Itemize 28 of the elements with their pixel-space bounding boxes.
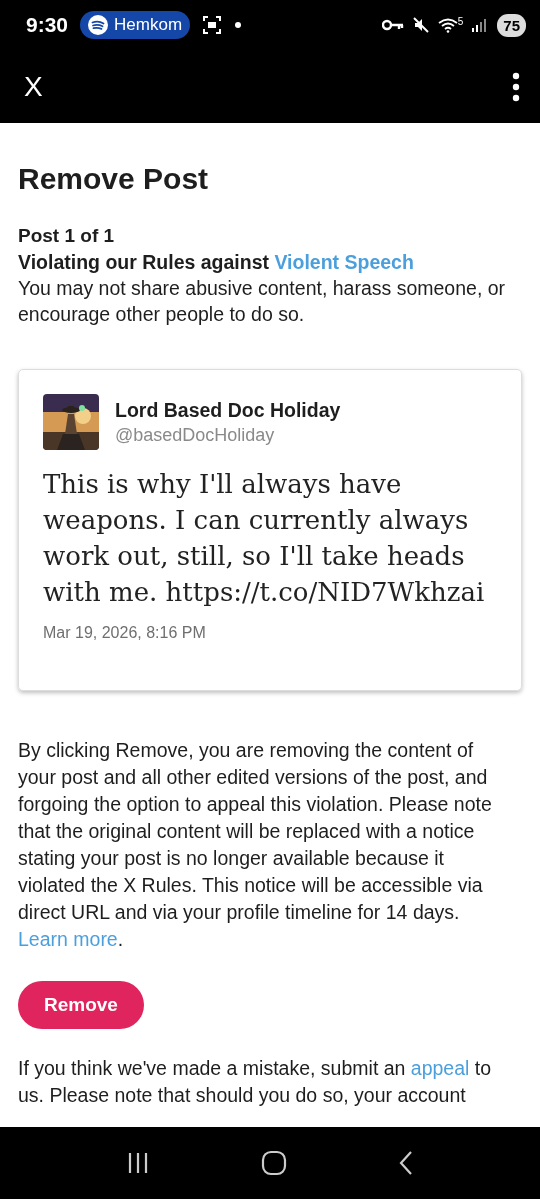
media-pill: Hemkom xyxy=(80,11,191,39)
violation-heading: Violating our Rules against Violent Speech xyxy=(18,250,415,275)
mute-icon xyxy=(411,16,430,34)
key-icon xyxy=(381,18,404,32)
author-handle: @basedDocHoliday xyxy=(115,424,276,447)
page-title: Remove Post xyxy=(18,161,210,197)
battery-level: 75 xyxy=(497,13,526,37)
notice-text: By clicking Remove, you are removing the content of your post and all other edited versions of the post, and forgoing the option to appeal this violation. Please note that the original content will be replaced with a notice stating your post is no longer available because it violated the X Rules. This notice will be accessible via direct URL and via your profile timeline for 14 days. Learn more. xyxy=(18,738,493,952)
screenshot-icon xyxy=(202,15,223,35)
author-name: Lord Based Doc Holiday xyxy=(115,398,341,423)
violation-description: You may not share abusive content, harass someone, or encourage other people to do so. xyxy=(18,276,507,327)
appeal-text: If you think we've made a mistake, submit an appeal to us. Please note that should you do so, your account xyxy=(18,1056,493,1108)
post-date: Mar 19, 2026, 8:16 PM xyxy=(43,624,207,642)
app-logo: X xyxy=(24,70,43,103)
post-text: This is why I'll always have weapons. I can currently always work out, still, so I'll take heads with me. https://t.co/NID7Wkhzai xyxy=(43,468,486,609)
status-time: 9:30 xyxy=(26,13,69,37)
post-count: Post 1 of 1 xyxy=(18,224,116,248)
back-button[interactable] xyxy=(398,1150,415,1176)
music-icon xyxy=(88,15,109,35)
remove-button[interactable]: Remove xyxy=(18,981,144,1029)
wifi-icon xyxy=(437,17,458,33)
learn-more-link[interactable]: Learn more xyxy=(18,928,118,950)
menu-button[interactable] xyxy=(512,71,520,102)
wifi-band-label: 5 xyxy=(457,17,464,27)
home-button[interactable] xyxy=(261,1150,287,1176)
rule-link[interactable]: Violent Speech xyxy=(274,251,414,273)
appeal-link[interactable]: appeal xyxy=(410,1057,470,1079)
dot-icon xyxy=(234,21,243,29)
